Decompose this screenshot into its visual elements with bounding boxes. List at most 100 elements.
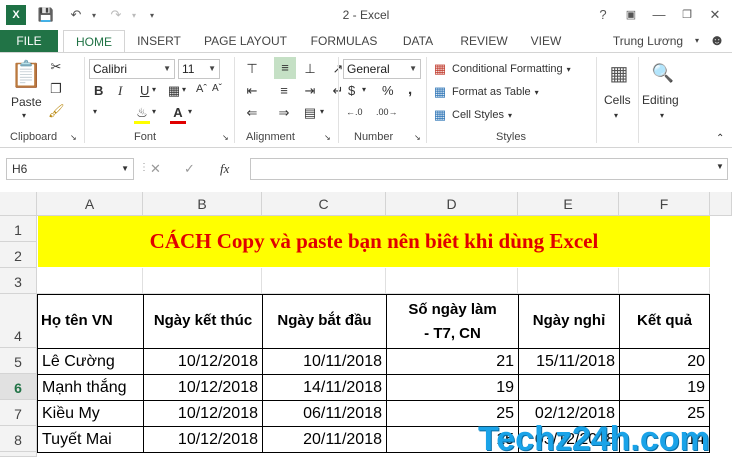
- table-cell[interactable]: 19: [619, 374, 710, 401]
- ribbon-display-icon[interactable]: ▣: [620, 4, 642, 26]
- decrease-indent-icon[interactable]: ⇐: [244, 105, 260, 121]
- italic-button[interactable]: I: [118, 83, 122, 99]
- number-format-combo[interactable]: General ▼: [343, 59, 421, 79]
- row-header-6[interactable]: 6: [0, 374, 37, 400]
- format-as-table-button[interactable]: ▦ Format as Table ▾: [432, 84, 539, 100]
- table-cell[interactable]: 10/12/2018: [143, 348, 263, 375]
- borders-icon[interactable]: ▦: [166, 83, 182, 99]
- align-middle-icon[interactable]: ≡: [274, 57, 296, 79]
- row-header-1[interactable]: 1: [0, 216, 37, 242]
- cell[interactable]: [37, 268, 143, 294]
- decrease-decimal-icon[interactable]: .00→: [376, 107, 398, 117]
- close-icon[interactable]: ✕: [704, 4, 726, 26]
- table-header-cell[interactable]: Họ tên VN: [37, 294, 144, 349]
- merge-dropdown-icon[interactable]: ▾: [320, 107, 324, 116]
- align-bottom-icon[interactable]: ⊥: [302, 61, 318, 77]
- table-cell[interactable]: 19: [386, 374, 519, 401]
- column-header-e[interactable]: E: [518, 192, 619, 216]
- merge-center-icon[interactable]: ▤: [302, 105, 318, 121]
- table-header-cell[interactable]: Kết quả: [619, 294, 710, 349]
- table-cell[interactable]: 10/12/2018: [143, 374, 263, 401]
- binoculars-icon[interactable]: 🔍: [650, 59, 676, 87]
- user-dropdown-icon[interactable]: ▾: [690, 30, 704, 52]
- align-top-icon[interactable]: ⊤: [244, 61, 260, 77]
- font-color-dropdown-icon[interactable]: ▾: [188, 107, 192, 116]
- column-header-b[interactable]: B: [143, 192, 262, 216]
- copy-icon[interactable]: ❐: [48, 81, 64, 97]
- select-all-corner[interactable]: [0, 192, 37, 216]
- borders-dropdown-icon[interactable]: ▾: [182, 85, 186, 94]
- tab-page-layout[interactable]: PAGE LAYOUT: [198, 30, 293, 52]
- paste-icon[interactable]: 📋: [10, 59, 42, 90]
- enter-icon[interactable]: ✓: [184, 161, 195, 177]
- decrease-font-icon[interactable]: Aˇ: [212, 83, 222, 94]
- cut-icon[interactable]: ✂: [48, 59, 64, 75]
- font-name-combo[interactable]: Calibri ▼: [89, 59, 175, 79]
- avatar[interactable]: ☻: [704, 30, 730, 52]
- conditional-formatting-button[interactable]: ▦ Conditional Formatting ▾: [432, 61, 571, 77]
- customize-qat-icon[interactable]: ▾: [142, 5, 162, 25]
- fill-color-dropdown-icon[interactable]: ▾: [152, 107, 156, 116]
- currency-dropdown-icon[interactable]: ▾: [362, 85, 366, 94]
- number-launcher-icon[interactable]: ↘: [414, 133, 421, 142]
- paste-dropdown-icon[interactable]: ▾: [22, 111, 26, 120]
- minimize-icon[interactable]: —: [648, 4, 670, 26]
- font-color-icon[interactable]: A: [170, 105, 186, 124]
- table-header-cell[interactable]: Ngày nghỉ: [518, 294, 620, 349]
- font-launcher-icon[interactable]: ↘: [222, 133, 229, 142]
- clipboard-launcher-icon[interactable]: ↘: [70, 133, 77, 142]
- collapse-ribbon-icon[interactable]: ⌃: [716, 133, 724, 144]
- cell-styles-button[interactable]: ▦ Cell Styles ▾: [432, 107, 512, 123]
- save-icon[interactable]: 💾: [36, 5, 56, 25]
- table-header-cell[interactable]: Số ngày làm - T7, CN: [386, 294, 519, 349]
- insert-function-button[interactable]: fx: [220, 161, 229, 177]
- table-cell[interactable]: Mạnh thắng: [37, 374, 144, 401]
- underline-button[interactable]: U: [140, 83, 149, 98]
- cell[interactable]: [386, 268, 518, 294]
- redo-dropdown-icon[interactable]: ▾: [124, 5, 144, 25]
- fill-color-icon[interactable]: ♨: [134, 105, 150, 124]
- cell[interactable]: [619, 268, 710, 294]
- alignment-launcher-icon[interactable]: ↘: [324, 133, 331, 142]
- cell[interactable]: [518, 268, 619, 294]
- row-header-7[interactable]: 7: [0, 400, 37, 426]
- help-icon[interactable]: ?: [592, 4, 614, 26]
- expand-formula-icon[interactable]: ▼: [716, 162, 724, 171]
- cells-dropdown-icon[interactable]: ▾: [614, 111, 618, 120]
- underline-dropdown-icon[interactable]: ▾: [152, 85, 156, 94]
- format-painter-icon[interactable]: 🖌: [48, 103, 65, 119]
- user-name[interactable]: Trung Lương: [606, 30, 690, 52]
- cell[interactable]: [262, 268, 386, 294]
- cells-icon[interactable]: ▦: [606, 59, 632, 87]
- paste-button[interactable]: Paste: [11, 95, 42, 109]
- table-cell[interactable]: 14/11/2018: [262, 374, 387, 401]
- restore-icon[interactable]: ❐: [676, 4, 698, 26]
- increase-font-icon[interactable]: Aˆ: [196, 83, 207, 95]
- editing-dropdown-icon[interactable]: ▾: [660, 111, 664, 120]
- table-cell[interactable]: 21: [386, 348, 519, 375]
- table-cell[interactable]: Tuyết Mai: [37, 426, 144, 453]
- align-right-icon[interactable]: ⇥: [302, 83, 318, 99]
- table-cell[interactable]: Lê Cường: [37, 348, 144, 375]
- row-header-9[interactable]: [0, 452, 37, 457]
- tab-insert[interactable]: INSERT: [132, 30, 186, 52]
- increase-indent-icon[interactable]: ⇒: [276, 105, 292, 121]
- formula-input[interactable]: [250, 158, 728, 180]
- editing-button[interactable]: Editing: [642, 93, 679, 107]
- table-header-cell[interactable]: Ngày kết thúc: [143, 294, 263, 349]
- table-cell[interactable]: 15/11/2018: [518, 348, 620, 375]
- table-cell[interactable]: 20/11/2018: [262, 426, 387, 453]
- tab-formulas[interactable]: FORMULAS: [304, 30, 384, 52]
- row-header-2[interactable]: 2: [0, 242, 37, 268]
- row-header-8[interactable]: 8: [0, 426, 37, 452]
- align-center-icon[interactable]: ≡: [276, 83, 292, 99]
- table-cell[interactable]: 20: [619, 348, 710, 375]
- bold-button[interactable]: B: [94, 83, 103, 98]
- tab-data[interactable]: DATA: [395, 30, 441, 52]
- currency-button[interactable]: $: [348, 83, 355, 98]
- comma-button[interactable]: ,: [408, 81, 412, 98]
- table-cell[interactable]: 10/11/2018: [262, 348, 387, 375]
- row-header-4[interactable]: 4: [0, 294, 37, 348]
- table-cell[interactable]: 10/12/2018: [143, 426, 263, 453]
- cells-button[interactable]: Cells: [604, 93, 631, 107]
